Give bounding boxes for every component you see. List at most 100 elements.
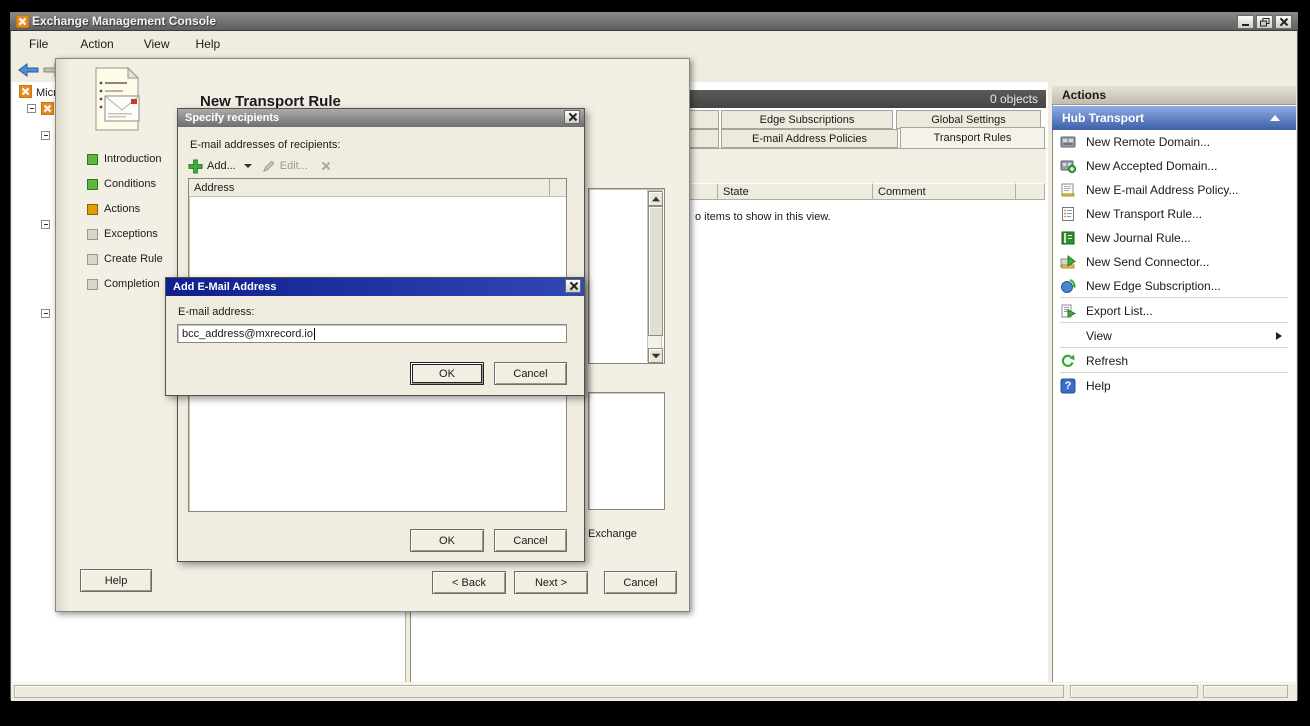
new-email-address-policy-icon xyxy=(1060,182,1076,198)
wizard-back-button[interactable]: < Back xyxy=(432,571,506,594)
add-email-close-button[interactable] xyxy=(565,279,581,293)
recipients-ok-button[interactable]: OK xyxy=(410,529,484,552)
email-address-input[interactable]: bcc_address@mxrecord.io xyxy=(177,324,567,343)
column-header-comment[interactable]: Comment xyxy=(873,183,1016,200)
tab-label: Transport Rules xyxy=(934,132,1012,144)
dialog-title: Specify recipients xyxy=(185,112,279,124)
tree-expander[interactable] xyxy=(41,309,50,318)
action-label: New Transport Rule... xyxy=(1086,207,1202,221)
step-status-icon xyxy=(87,204,98,215)
action-label: New Remote Domain... xyxy=(1086,135,1210,149)
action-help[interactable]: ? Help xyxy=(1054,375,1294,397)
actions-separator xyxy=(1060,297,1288,298)
specify-recipients-title-bar[interactable]: Specify recipients xyxy=(178,109,584,127)
scroll-up-button[interactable] xyxy=(648,191,663,206)
add-button[interactable]: Add... xyxy=(207,160,236,172)
column-header-filler xyxy=(550,179,566,196)
specify-recipients-close-button[interactable] xyxy=(564,110,580,124)
restore-icon xyxy=(1260,18,1270,27)
empty-view-message: o items to show in this view. xyxy=(695,211,831,223)
add-email-cancel-button[interactable]: Cancel xyxy=(494,362,567,385)
step-label: Conditions xyxy=(104,178,156,190)
tree-expander[interactable] xyxy=(41,131,50,140)
menu-bar: File Action View Help xyxy=(11,31,1297,58)
action-new-send-connector[interactable]: New Send Connector... xyxy=(1054,251,1294,273)
step-label: Create Rule xyxy=(104,253,163,265)
action-view[interactable]: View xyxy=(1054,325,1294,347)
menu-help[interactable]: Help xyxy=(186,34,231,54)
recipients-field-label: E-mail addresses of recipients: xyxy=(190,139,340,151)
recipients-toolbar: Add... Edit... xyxy=(188,157,348,175)
tab-label: E-mail Address Policies xyxy=(752,133,867,145)
restore-button[interactable] xyxy=(1256,15,1273,29)
tab-edge-subscriptions[interactable]: Edge Subscriptions xyxy=(721,110,893,129)
action-new-remote-domain[interactable]: New Remote Domain... xyxy=(1054,131,1294,153)
action-new-email-address-policy[interactable]: New E-mail Address Policy... xyxy=(1054,179,1294,201)
action-new-journal-rule[interactable]: New Journal Rule... xyxy=(1054,227,1294,249)
wizard-help-button[interactable]: Help xyxy=(80,569,152,592)
button-label: Cancel xyxy=(513,368,547,380)
export-list-icon xyxy=(1060,303,1076,319)
tree-expander[interactable] xyxy=(27,104,36,113)
actions-separator xyxy=(1060,322,1288,323)
close-button[interactable] xyxy=(1275,15,1292,29)
add-dropdown-icon[interactable] xyxy=(244,164,252,168)
action-label: New E-mail Address Policy... xyxy=(1086,183,1239,197)
add-plus-icon xyxy=(188,159,203,174)
title-bar[interactable]: Exchange Management Console xyxy=(10,12,1298,31)
text-caret xyxy=(314,328,315,340)
wizard-description-box xyxy=(588,392,665,510)
menu-action[interactable]: Action xyxy=(70,34,123,54)
add-email-title-bar[interactable]: Add E-Mail Address xyxy=(166,278,584,296)
action-new-transport-rule[interactable]: New Transport Rule... xyxy=(1054,203,1294,225)
menu-view[interactable]: View xyxy=(134,34,180,54)
button-label: Help xyxy=(105,575,128,587)
scroll-thumb[interactable] xyxy=(648,206,663,336)
wizard-step-introduction: Introduction xyxy=(87,153,161,165)
tree-root-label[interactable]: Micr xyxy=(36,87,57,99)
column-header-state[interactable]: State xyxy=(718,183,873,200)
submenu-arrow-icon xyxy=(1276,332,1282,340)
edit-button[interactable]: Edit... xyxy=(280,160,308,172)
help-icon: ? xyxy=(1060,378,1076,394)
refresh-icon xyxy=(1060,353,1076,369)
actions-separator xyxy=(1060,347,1288,348)
hub-transport-group-header[interactable]: Hub Transport xyxy=(1052,106,1296,130)
column-header-filler xyxy=(1016,183,1045,200)
minimize-button[interactable] xyxy=(1237,15,1254,29)
action-label: Help xyxy=(1086,379,1111,393)
menu-file[interactable]: File xyxy=(19,34,58,54)
action-new-edge-subscription[interactable]: New Edge Subscription... xyxy=(1054,275,1294,297)
actions-separator xyxy=(1060,372,1288,373)
wizard-cancel-button[interactable]: Cancel xyxy=(604,571,677,594)
step-label: Completion xyxy=(104,278,160,290)
address-column-header[interactable]: Address xyxy=(189,179,550,196)
tab-label: Global Settings xyxy=(931,114,1006,126)
action-refresh[interactable]: Refresh xyxy=(1054,350,1294,372)
add-email-ok-button[interactable]: OK xyxy=(410,362,484,385)
tree-expander[interactable] xyxy=(41,220,50,229)
collapse-icon[interactable] xyxy=(1270,115,1280,121)
button-label: OK xyxy=(439,535,455,547)
action-label: New Send Connector... xyxy=(1086,255,1209,269)
new-send-connector-icon xyxy=(1060,254,1076,270)
scroll-down-button[interactable] xyxy=(648,348,663,363)
recipients-cancel-button[interactable]: Cancel xyxy=(494,529,567,552)
button-label: OK xyxy=(439,368,455,380)
tab-transport-rules[interactable]: Transport Rules xyxy=(900,127,1045,148)
button-label: Cancel xyxy=(623,577,657,589)
status-segment xyxy=(1203,685,1288,698)
action-export-list[interactable]: Export List... xyxy=(1054,300,1294,322)
back-arrow-icon xyxy=(18,62,40,78)
window-title: Exchange Management Console xyxy=(32,14,216,28)
button-label: Cancel xyxy=(513,535,547,547)
wizard-rule-icon xyxy=(88,66,144,142)
wizard-next-button[interactable]: Next > xyxy=(514,571,588,594)
delete-button[interactable] xyxy=(322,162,330,170)
back-button[interactable] xyxy=(16,59,42,80)
action-new-accepted-domain[interactable]: New Accepted Domain... xyxy=(1054,155,1294,177)
status-segment xyxy=(1070,685,1198,698)
wizard-list-scrollbar[interactable] xyxy=(647,190,662,362)
tab-email-address-policies[interactable]: E-mail Address Policies xyxy=(721,129,898,148)
action-label: New Edge Subscription... xyxy=(1086,279,1221,293)
